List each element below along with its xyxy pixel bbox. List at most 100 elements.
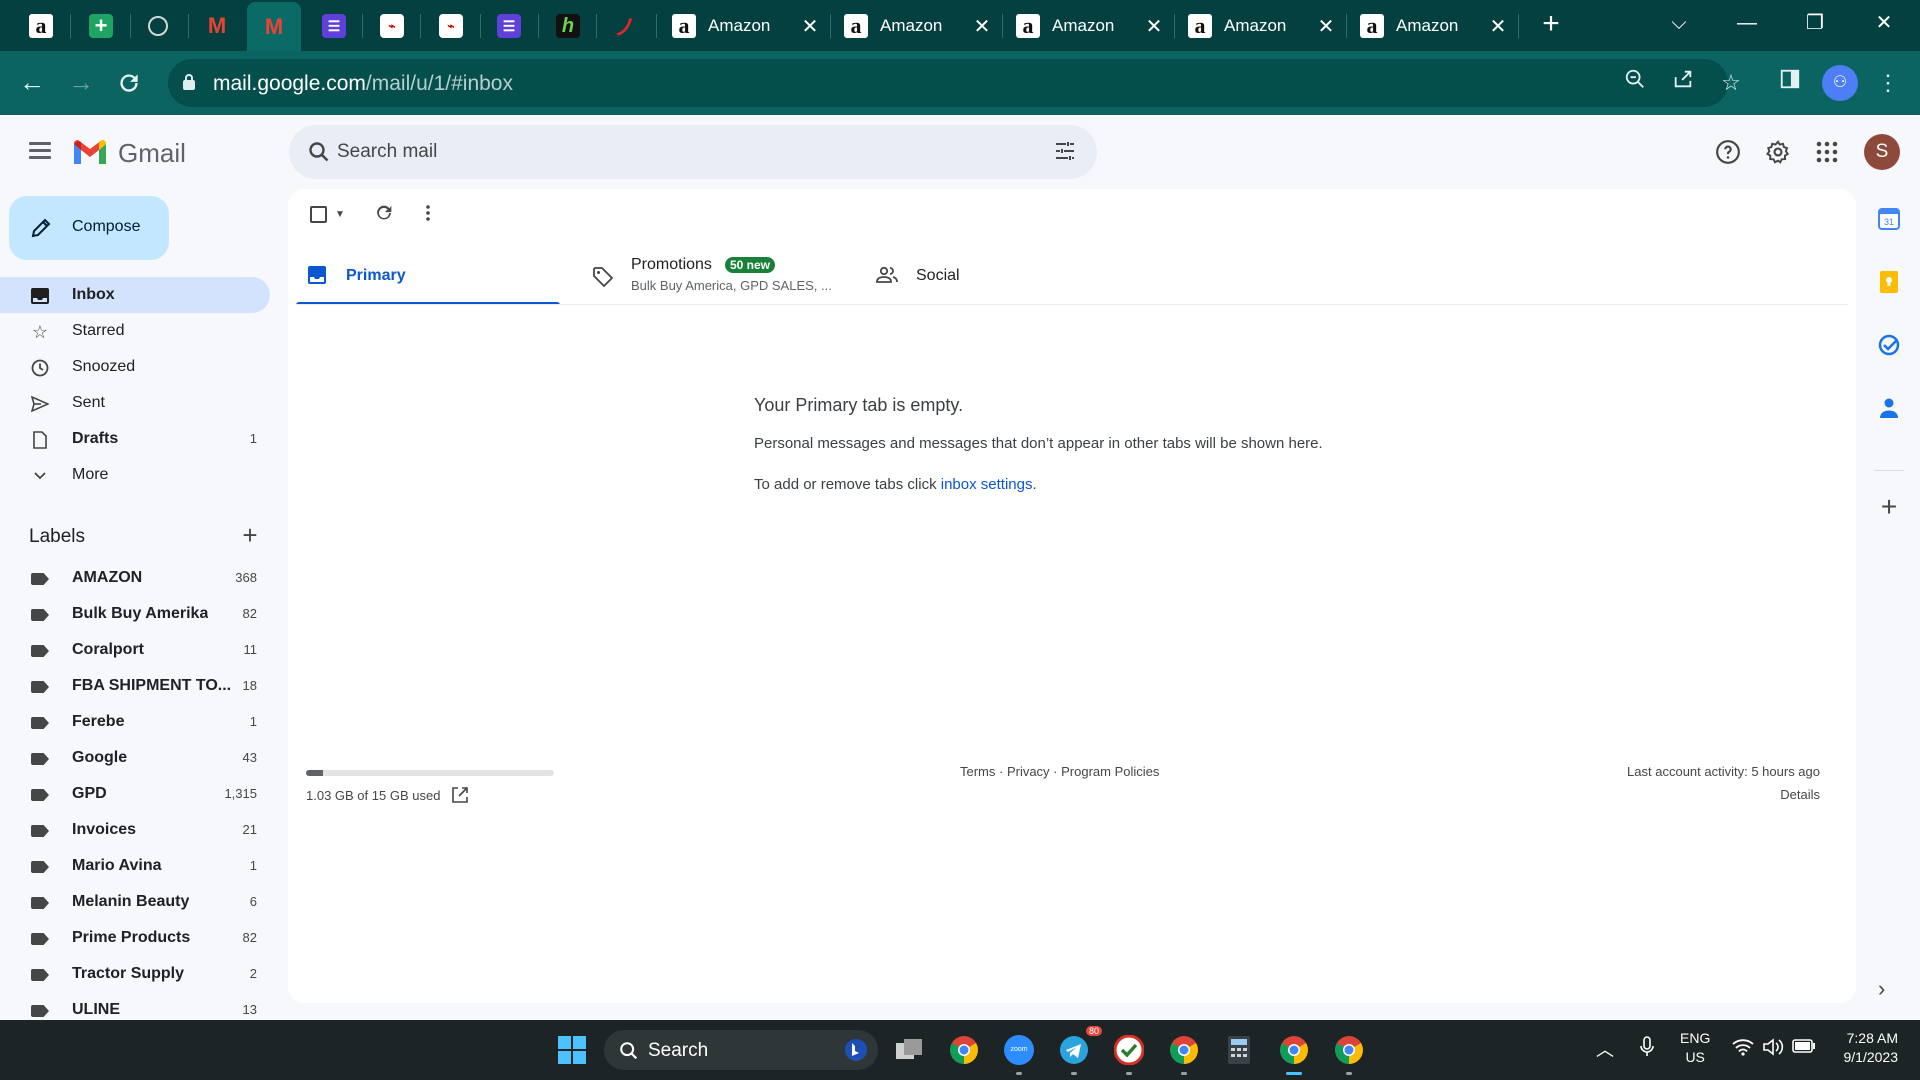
tab-primary[interactable]: Primary <box>296 248 560 305</box>
main-menu-icon[interactable] <box>22 138 58 166</box>
doc-tab-1[interactable]: ⌁ <box>365 6 419 46</box>
label-item-amazon[interactable]: AMAZON 368 <box>0 560 270 596</box>
refresh-icon[interactable] <box>373 202 395 224</box>
telegram-taskbar-app[interactable]: 80 <box>1054 1026 1102 1075</box>
browser-tab[interactable]: a Amazon ✕ <box>660 6 830 46</box>
zoom-taskbar-app[interactable]: zoom <box>999 1030 1039 1075</box>
gmail-logo-icon[interactable] <box>72 138 108 166</box>
clock[interactable]: 7:28 AM 9/1/2023 <box>1836 1029 1899 1067</box>
search-input[interactable] <box>337 135 1017 169</box>
sheets-tab[interactable]: + <box>74 6 128 46</box>
new-tab-button[interactable]: + <box>1536 9 1566 40</box>
select-dropdown-caret-icon[interactable]: ▼ <box>335 209 345 220</box>
chrome-other-taskbar-app[interactable] <box>1329 1030 1369 1075</box>
open-in-new-icon[interactable] <box>451 786 469 804</box>
restore-button[interactable]: ❐ <box>1795 6 1835 40</box>
contacts-icon[interactable] <box>1876 395 1902 421</box>
nav-item-sent[interactable]: Sent <box>0 385 270 421</box>
browser-profile-icon[interactable]: ⚇ <box>1822 65 1858 101</box>
reload-button[interactable] <box>111 65 147 101</box>
amazon-tab[interactable]: a <box>14 6 68 46</box>
settings-gear-icon[interactable] <box>1760 134 1796 170</box>
side-panel-icon[interactable] <box>1772 65 1808 101</box>
label-item-tractor-supply[interactable]: Tractor Supply 2 <box>0 956 270 992</box>
volume-icon[interactable] <box>1762 1037 1784 1060</box>
label-item-google[interactable]: Google 43 <box>0 740 270 776</box>
close-icon[interactable]: ✕ <box>1142 14 1166 39</box>
label-item-gpd[interactable]: GPD 1,315 <box>0 776 270 812</box>
tray-overflow-chevron-icon[interactable]: ︿ <box>1596 1036 1614 1062</box>
details-link[interactable]: Details <box>1780 787 1820 802</box>
inbox-settings-link[interactable]: inbox settings <box>941 476 1033 493</box>
zoom-icon[interactable] <box>1617 65 1653 101</box>
browser-tab[interactable]: a Amazon ✕ <box>1176 6 1346 46</box>
swoosh-tab[interactable]: ノ <box>598 6 652 46</box>
browser-tab[interactable]: a Amazon ✕ <box>1348 6 1518 46</box>
close-icon[interactable]: ✕ <box>970 14 994 39</box>
account-avatar[interactable]: S <box>1864 134 1900 170</box>
add-label-button[interactable]: + <box>238 520 262 550</box>
label-item-bulk-buy-amerika[interactable]: Bulk Buy Amerika 82 <box>0 596 270 632</box>
keep-icon[interactable] <box>1876 269 1902 295</box>
close-window-button[interactable]: ✕ <box>1864 6 1904 40</box>
label-item-uline[interactable]: ULINE 13 <box>0 992 270 1020</box>
apps-grid-icon[interactable] <box>1809 134 1845 170</box>
label-item-mario-avina[interactable]: Mario Avina 1 <box>0 848 270 884</box>
tab-search-chevron-icon[interactable]: ⌵ <box>1659 6 1699 40</box>
label-item-ferebe[interactable]: Ferebe 1 <box>0 704 270 740</box>
globe-tab[interactable] <box>131 6 185 46</box>
gmail-tab-2-active[interactable]: M <box>247 2 301 51</box>
close-icon[interactable]: ✕ <box>798 14 822 39</box>
support-icon[interactable] <box>1710 134 1746 170</box>
forward-button[interactable]: → <box>63 65 99 101</box>
label-item-fba-shipment[interactable]: FBA SHIPMENT TO... 18 <box>0 668 270 704</box>
footer-links[interactable]: Terms · Privacy · Program Policies <box>960 764 1159 779</box>
label-item-coralport[interactable]: Coralport 11 <box>0 632 270 668</box>
gmail-tab-1[interactable]: M <box>190 6 244 46</box>
close-icon[interactable]: ✕ <box>1486 14 1510 39</box>
nav-item-more[interactable]: More <box>0 457 270 493</box>
nav-item-starred[interactable]: ☆ Starred <box>0 313 270 349</box>
chrome-taskbar-app[interactable] <box>944 1030 984 1070</box>
doc-tab-2[interactable]: ⌁ <box>424 6 478 46</box>
close-icon[interactable]: ✕ <box>1314 14 1338 39</box>
expand-side-panel-chevron-icon[interactable]: › <box>1878 976 1885 1002</box>
minimize-button[interactable]: — <box>1727 6 1767 40</box>
wifi-icon[interactable] <box>1732 1038 1754 1059</box>
share-icon[interactable] <box>1665 65 1701 101</box>
tasks-icon[interactable] <box>1876 332 1902 358</box>
get-addons-button[interactable]: + <box>1874 492 1904 522</box>
back-button[interactable]: ← <box>14 65 50 101</box>
h-tab[interactable]: h <box>541 6 595 46</box>
bookmark-star-icon[interactable]: ☆ <box>1713 65 1749 101</box>
tab-social[interactable]: Social <box>868 248 1068 305</box>
list-tab-2[interactable]: ☰ <box>482 6 536 46</box>
battery-icon[interactable] <box>1792 1039 1816 1056</box>
task-view-button[interactable] <box>889 1030 929 1070</box>
language-indicator[interactable]: ENG US <box>1680 1029 1710 1067</box>
compose-button[interactable]: Compose <box>9 196 169 260</box>
search-icon[interactable] <box>307 140 331 164</box>
calculator-taskbar-app[interactable] <box>1219 1030 1259 1070</box>
label-item-prime-products[interactable]: Prime Products 82 <box>0 920 270 956</box>
nav-item-inbox[interactable]: Inbox <box>0 277 270 313</box>
label-item-invoices[interactable]: Invoices 21 <box>0 812 270 848</box>
nav-item-drafts[interactable]: Drafts 1 <box>0 421 270 457</box>
select-all-checkbox[interactable] <box>310 206 327 223</box>
browser-tab[interactable]: a Amazon ✕ <box>1004 6 1174 46</box>
ticktick-taskbar-app[interactable] <box>1109 1030 1149 1075</box>
taskbar-search[interactable]: Search <box>604 1030 878 1070</box>
start-button[interactable] <box>552 1030 592 1070</box>
tab-promotions[interactable]: Promotions 50 new Bulk Buy America, GPD … <box>588 248 848 305</box>
calendar-icon[interactable]: 31 <box>1876 206 1902 232</box>
list-tab-1[interactable]: ☰ <box>307 6 361 46</box>
nav-item-snoozed[interactable]: Snoozed <box>0 349 270 385</box>
search-options-icon[interactable] <box>1053 139 1077 163</box>
address-bar[interactable]: mail.google.com/mail/u/1/#inbox ☆ <box>168 59 1741 107</box>
browser-menu-icon[interactable]: ⋮ <box>1870 65 1906 101</box>
browser-tab[interactable]: a Amazon ✕ <box>832 6 1002 46</box>
more-options-icon[interactable] <box>418 203 438 223</box>
microphone-icon[interactable] <box>1639 1036 1655 1061</box>
chrome-profile-taskbar-app[interactable] <box>1164 1030 1204 1075</box>
chrome-active-taskbar-app[interactable] <box>1274 1030 1314 1075</box>
